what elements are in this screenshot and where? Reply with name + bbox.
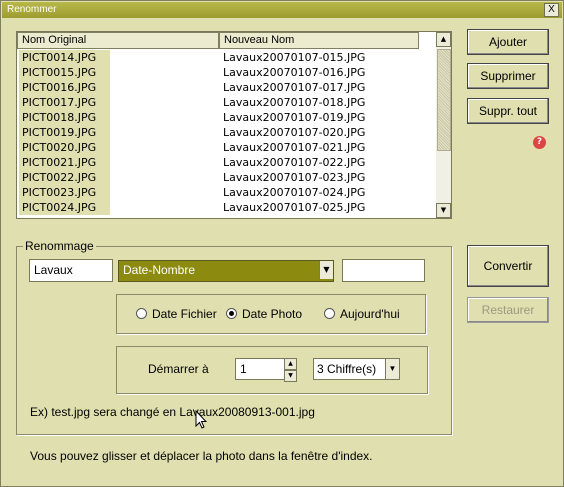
- scroll-down-icon[interactable]: ▼: [436, 203, 451, 218]
- remove-button[interactable]: Supprimer: [467, 63, 549, 89]
- table-row[interactable]: PICT0018.JPG Lavaux20070107-019.JPG: [17, 110, 435, 125]
- digits-select-value: 3 Chiffre(s): [317, 362, 377, 376]
- original-name-cell: PICT0015.JPG: [19, 65, 110, 80]
- table-row[interactable]: PICT0015.JPG Lavaux20070107-016.JPG: [17, 65, 435, 80]
- table-row[interactable]: PICT0020.JPG Lavaux20070107-021.JPG: [17, 140, 435, 155]
- new-name-cell: Lavaux20070107-022.JPG: [223, 156, 366, 169]
- table-row[interactable]: PICT0014.JPG Lavaux20070107-015.JPG: [17, 50, 435, 65]
- original-name-cell: PICT0019.JPG: [19, 125, 110, 140]
- scroll-up-icon[interactable]: ▲: [436, 32, 451, 47]
- new-name-cell: Lavaux20070107-020.JPG: [223, 126, 366, 139]
- window-title: Renommer: [7, 4, 57, 15]
- table-row[interactable]: PICT0021.JPG Lavaux20070107-022.JPG: [17, 155, 435, 170]
- digits-select[interactable]: 3 Chiffre(s) ▼: [313, 358, 400, 380]
- restore-button[interactable]: Restaurer: [467, 297, 549, 323]
- column-header-new[interactable]: Nouveau Nom: [219, 32, 419, 49]
- table-row[interactable]: PICT0024.JPG Lavaux20070107-025.JPG: [17, 200, 435, 215]
- table-row[interactable]: PICT0017.JPG Lavaux20070107-018.JPG: [17, 95, 435, 110]
- new-name-cell: Lavaux20070107-018.JPG: [223, 96, 366, 109]
- table-row[interactable]: PICT0019.JPG Lavaux20070107-020.JPG: [17, 125, 435, 140]
- list-rows: PICT0014.JPG Lavaux20070107-015.JPG PICT00…: [17, 50, 435, 215]
- radio-label: Date Fichier: [152, 307, 217, 321]
- original-name-cell: PICT0022.JPG: [19, 170, 110, 185]
- start-stepper[interactable]: ▲ ▼: [284, 358, 297, 382]
- original-name-cell: PICT0020.JPG: [19, 140, 110, 155]
- radio-label: Date Photo: [242, 307, 303, 321]
- column-header-original[interactable]: Nom Original: [17, 32, 219, 49]
- table-row[interactable]: PICT0023.JPG Lavaux20070107-024.JPG: [17, 185, 435, 200]
- radio-date-file[interactable]: Date Fichier: [136, 307, 217, 321]
- table-row[interactable]: PICT0016.JPG Lavaux20070107-017.JPG: [17, 80, 435, 95]
- drag-hint-text: Vous pouvez glisser et déplacer la photo…: [30, 449, 373, 463]
- remove-all-button[interactable]: Suppr. tout: [467, 98, 549, 124]
- original-name-cell: PICT0016.JPG: [19, 80, 110, 95]
- original-name-cell: PICT0023.JPG: [19, 185, 110, 200]
- new-name-cell: Lavaux20070107-019.JPG: [223, 111, 366, 124]
- original-name-cell: PICT0018.JPG: [19, 110, 110, 125]
- start-number-input[interactable]: 1: [235, 358, 285, 380]
- scroll-thumb[interactable]: [437, 49, 451, 151]
- radio-dot-icon: [324, 308, 335, 319]
- format-select[interactable]: Date-Nombre ▼: [118, 260, 334, 282]
- example-text: Ex) test.jpg sera changé en Lavaux200809…: [30, 405, 315, 419]
- new-name-cell: Lavaux20070107-024.JPG: [223, 186, 366, 199]
- convert-button[interactable]: Convertir: [467, 245, 549, 287]
- original-name-cell: PICT0021.JPG: [19, 155, 110, 170]
- radio-today[interactable]: Aujourd'hui: [324, 307, 400, 321]
- new-name-cell: Lavaux20070107-015.JPG: [223, 51, 366, 64]
- prefix-input[interactable]: Lavaux: [29, 259, 113, 282]
- new-name-cell: Lavaux20070107-017.JPG: [223, 81, 366, 94]
- stepper-down-icon[interactable]: ▼: [284, 370, 297, 382]
- radio-dot-selected-icon: [226, 308, 237, 319]
- file-list[interactable]: Nom Original Nouveau Nom PICT0014.JPG Lav…: [16, 31, 452, 219]
- new-name-cell: Lavaux20070107-023.JPG: [223, 171, 366, 184]
- list-header: Nom Original Nouveau Nom: [17, 32, 435, 49]
- add-button[interactable]: Ajouter: [467, 29, 549, 55]
- help-icon[interactable]: ?: [533, 136, 546, 149]
- original-name-cell: PICT0014.JPG: [19, 50, 110, 65]
- radio-date-photo[interactable]: Date Photo: [226, 307, 302, 321]
- original-name-cell: PICT0017.JPG: [19, 95, 110, 110]
- radio-label: Aujourd'hui: [340, 307, 400, 321]
- mouse-pointer-icon: [195, 410, 207, 429]
- rename-group-label: Renommage: [23, 239, 96, 253]
- chevron-down-icon[interactable]: ▼: [319, 261, 333, 279]
- table-row[interactable]: PICT0022.JPG Lavaux20070107-023.JPG: [17, 170, 435, 185]
- title-bar[interactable]: Renommer X: [2, 2, 562, 18]
- stepper-up-icon[interactable]: ▲: [284, 358, 297, 370]
- vertical-scrollbar[interactable]: ▲ ▼: [436, 32, 451, 218]
- new-name-cell: Lavaux20070107-016.JPG: [223, 66, 366, 79]
- format-select-value: Date-Nombre: [123, 263, 196, 277]
- new-name-cell: Lavaux20070107-025.JPG: [223, 201, 366, 214]
- original-name-cell: PICT0024.JPG: [19, 200, 110, 215]
- radio-dot-icon: [136, 308, 147, 319]
- suffix-input[interactable]: [342, 259, 425, 282]
- start-label: Démarrer à: [148, 362, 209, 376]
- chevron-down-icon[interactable]: ▼: [385, 359, 399, 379]
- close-icon[interactable]: X: [544, 3, 559, 17]
- new-name-cell: Lavaux20070107-021.JPG: [223, 141, 366, 154]
